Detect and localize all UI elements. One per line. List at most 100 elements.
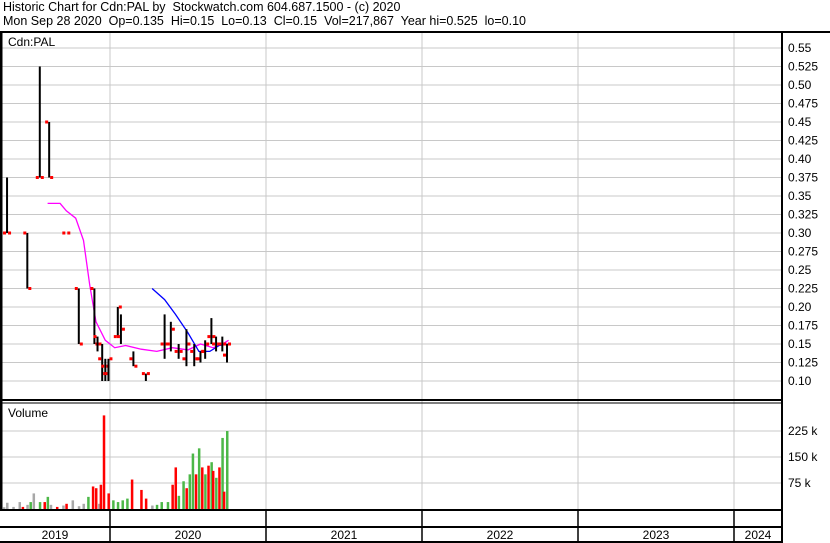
- open-marker: [74, 287, 78, 290]
- volume-bar: [21, 506, 25, 509]
- open-marker: [190, 349, 194, 353]
- volume-bar: [166, 502, 170, 509]
- year-label-2019: 2019: [42, 528, 69, 542]
- open-marker: [113, 335, 117, 339]
- volume-bar: [144, 498, 148, 509]
- close-marker: [206, 342, 210, 346]
- open-marker: [212, 342, 216, 346]
- volume-bar: [155, 504, 159, 509]
- price-tick-label: 0.425: [788, 134, 818, 148]
- volume-bar: [201, 467, 204, 509]
- price-chart: 0.55 0.525 0.50 0.475 0.45 0.425 0.40 0.375 0.35…: [0, 31, 830, 543]
- close-marker: [98, 342, 102, 346]
- price-tick-label: 0.45: [788, 115, 812, 129]
- price-tick-label: 0.225: [788, 282, 818, 296]
- price-tick-label: 0.25: [788, 263, 812, 277]
- volume-panel-title: Volume: [8, 406, 48, 420]
- close-marker: [67, 231, 71, 235]
- volume-bar: [18, 502, 22, 509]
- volume-bar: [222, 491, 226, 509]
- volume-bar: [99, 484, 103, 509]
- close-marker: [228, 342, 231, 346]
- volume-bar: [151, 505, 154, 509]
- price-tick-label: 0.175: [788, 319, 818, 333]
- volume-bar: [82, 503, 85, 509]
- close-marker: [8, 231, 12, 235]
- volume-bar: [87, 496, 90, 509]
- volume-bar: [6, 502, 9, 509]
- open-marker: [116, 335, 120, 339]
- price-tick-label: 0.40: [788, 152, 812, 166]
- volume-bar: [218, 467, 221, 509]
- open-marker: [223, 353, 226, 357]
- open-marker: [196, 357, 200, 361]
- volume-bar: [2, 507, 6, 509]
- volume-bar: [194, 474, 198, 509]
- year-label-2022: 2022: [487, 528, 514, 542]
- volume-bar: [46, 496, 50, 509]
- volume-bar: [188, 474, 192, 509]
- price-tick-label: 0.50: [788, 78, 812, 92]
- volume-bar: [130, 479, 134, 509]
- open-marker: [98, 357, 102, 361]
- volume-bar: [55, 506, 59, 509]
- close-marker: [179, 349, 183, 353]
- volume-bar: [121, 500, 124, 509]
- volume-bar: [160, 502, 163, 509]
- price-tick-label: 0.275: [788, 245, 818, 259]
- volume-bar: [197, 448, 201, 509]
- price-tick-label: 0.15: [788, 337, 812, 351]
- price-tick-label: 0.325: [788, 208, 818, 222]
- volume-bar: [29, 502, 32, 509]
- volume-bar: [215, 477, 218, 509]
- volume-bar: [191, 453, 195, 509]
- volume-tick-label: 225 k: [788, 424, 818, 438]
- volume-bar: [211, 470, 215, 509]
- open-marker: [93, 335, 97, 339]
- close-marker: [223, 342, 227, 346]
- open-marker: [182, 357, 186, 361]
- close-marker: [40, 176, 44, 179]
- volume-bar: [71, 500, 75, 509]
- open-marker: [218, 342, 222, 346]
- open-marker: [104, 372, 108, 376]
- close-marker: [79, 342, 83, 346]
- volume-bar: [107, 493, 110, 509]
- close-marker: [28, 287, 32, 290]
- open-marker: [90, 287, 94, 290]
- year-label-2023: 2023: [643, 528, 670, 542]
- open-marker: [201, 349, 205, 353]
- open-marker: [3, 231, 7, 235]
- volume-bar: [116, 502, 120, 509]
- volume-bar: [126, 498, 129, 509]
- volume-bar: [185, 488, 188, 509]
- year-label-2021: 2021: [331, 528, 358, 542]
- close-marker: [134, 364, 138, 368]
- volume-bar: [38, 502, 42, 509]
- moving-average-long-line: [47, 202, 229, 353]
- open-marker: [45, 120, 49, 124]
- volume-bar: [12, 506, 15, 509]
- volume-bar: [62, 505, 65, 509]
- volume-bar: [94, 488, 98, 509]
- close-marker: [121, 327, 125, 331]
- volume-bar: [207, 465, 210, 509]
- volume-tick-label: 150 k: [788, 450, 818, 464]
- moving-average-short-line: [151, 288, 229, 353]
- price-tick-label: 0.55: [788, 41, 812, 55]
- price-tick-label: 0.375: [788, 171, 818, 185]
- price-tick-label: 0.35: [788, 189, 812, 203]
- volume-bar: [204, 474, 207, 509]
- open-marker: [207, 335, 211, 339]
- volume-bar: [182, 481, 185, 509]
- price-tick-label: 0.30: [788, 226, 812, 240]
- open-marker: [166, 342, 170, 346]
- close-marker: [146, 372, 150, 376]
- price-tick-label: 0.475: [788, 97, 818, 111]
- open-marker: [35, 176, 39, 179]
- volume-bar: [226, 431, 229, 509]
- price-tick-label: 0.20: [788, 300, 812, 314]
- volume-bar: [177, 495, 181, 509]
- volume-bar: [174, 467, 178, 509]
- price-tick-label: 0.125: [788, 356, 818, 370]
